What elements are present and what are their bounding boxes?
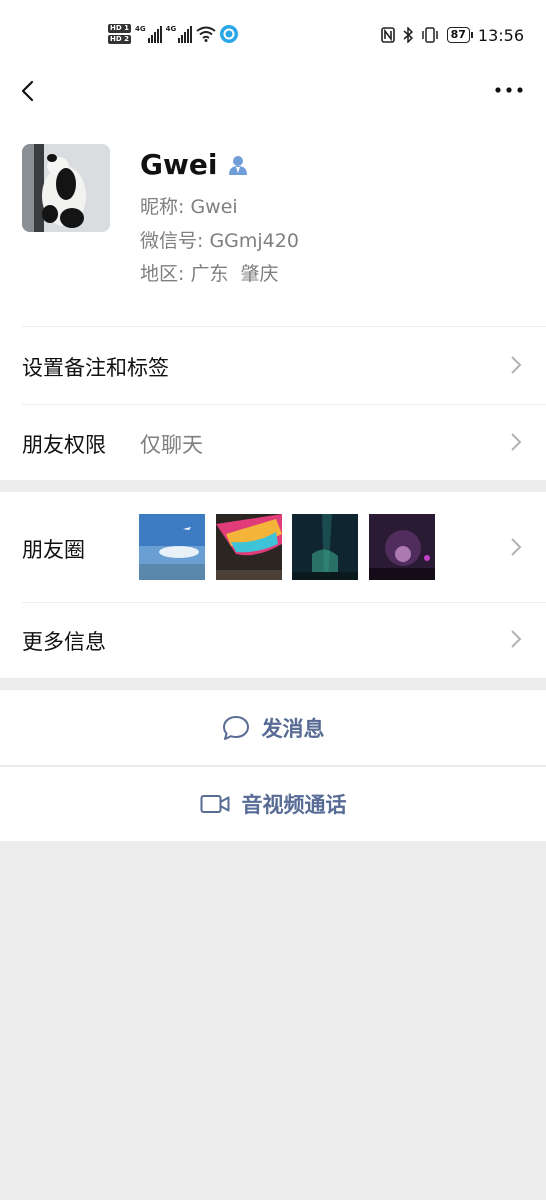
moments-thumb-2 bbox=[216, 514, 282, 580]
moments-label: 朋友圈 bbox=[22, 538, 85, 562]
divider bbox=[22, 602, 546, 603]
wechat-id-value[interactable]: GGmj420 bbox=[209, 230, 299, 252]
profile-card: Gwei 昵称: Gwei 微信号: GGmj420 地区: 广东 肇庆 bbox=[0, 114, 546, 326]
more-info-label: 更多信息 bbox=[22, 630, 106, 654]
vibrate-icon bbox=[421, 27, 438, 43]
video-call-button[interactable]: 音视频通话 bbox=[0, 766, 546, 841]
friend-permission-label: 朋友权限 bbox=[22, 433, 106, 457]
moments-thumb-1 bbox=[139, 514, 205, 580]
avatar[interactable] bbox=[22, 144, 110, 232]
nav-bar bbox=[0, 70, 546, 114]
nfc-icon bbox=[380, 27, 395, 43]
video-call-label: 音视频通话 bbox=[241, 792, 347, 817]
status-left: HD 1 HD 2 4G 4G bbox=[108, 19, 239, 49]
status-bar: HD 1 HD 2 4G 4G 87 13:56 bbox=[0, 0, 546, 70]
wifi-icon bbox=[196, 26, 216, 42]
remark-tags-row[interactable]: 设置备注和标签 bbox=[0, 326, 546, 404]
region-label: 地区: bbox=[140, 263, 185, 285]
hd2-badge: HD 2 bbox=[108, 35, 131, 44]
bluetooth-icon bbox=[403, 27, 413, 43]
name-row: Gwei bbox=[140, 148, 249, 181]
nickname-value: Gwei bbox=[190, 196, 238, 218]
signal-icon-2: 4G bbox=[166, 25, 193, 43]
status-right: 87 13:56 bbox=[380, 24, 524, 46]
clock: 13:56 bbox=[477, 25, 524, 45]
back-arrow-icon[interactable] bbox=[16, 76, 46, 106]
divider bbox=[22, 404, 546, 405]
nickname-row: 昵称: Gwei bbox=[140, 192, 238, 219]
send-message-button[interactable]: 发消息 bbox=[0, 690, 546, 765]
remark-tags-label: 设置备注和标签 bbox=[22, 356, 169, 380]
chevron-right-icon bbox=[511, 538, 522, 556]
profile-name: Gwei bbox=[140, 148, 218, 181]
more-info-row[interactable]: 更多信息 bbox=[0, 602, 546, 678]
friend-permission-row[interactable]: 朋友权限 仅聊天 bbox=[0, 404, 546, 480]
chevron-right-icon bbox=[511, 433, 522, 451]
chat-bubble-icon bbox=[222, 715, 249, 740]
moments-row[interactable]: 朋友圈 bbox=[0, 492, 546, 602]
hd-badges: HD 1 HD 2 bbox=[108, 24, 131, 44]
wechat-id-label: 微信号: bbox=[140, 230, 204, 252]
divider bbox=[0, 766, 546, 767]
region-value: 广东 肇庆 bbox=[190, 263, 279, 285]
battery-icon: 87 bbox=[446, 27, 474, 43]
moments-thumb-4 bbox=[369, 514, 435, 580]
nickname-label: 昵称: bbox=[140, 196, 185, 218]
divider bbox=[22, 326, 546, 327]
wechat-id-row: 微信号: GGmj420 bbox=[140, 226, 299, 253]
hd1-badge: HD 1 bbox=[108, 24, 131, 33]
chevron-right-icon bbox=[511, 356, 522, 374]
video-camera-icon bbox=[200, 794, 229, 813]
sync-app-icon bbox=[220, 25, 239, 43]
verified-user-icon bbox=[229, 155, 248, 175]
more-icon[interactable] bbox=[494, 80, 524, 100]
chevron-right-icon bbox=[511, 630, 522, 648]
signal-icon: 4G bbox=[135, 25, 162, 43]
friend-permission-value: 仅聊天 bbox=[140, 433, 203, 457]
moments-thumb-3 bbox=[292, 514, 358, 580]
send-message-label: 发消息 bbox=[261, 716, 325, 741]
region-row: 地区: 广东 肇庆 bbox=[140, 259, 279, 286]
